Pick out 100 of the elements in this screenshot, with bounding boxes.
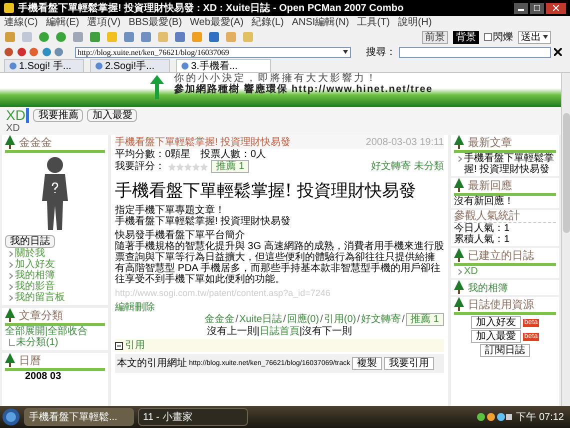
section-title: 最新回應 [468, 180, 512, 192]
search-field[interactable] [398, 46, 552, 58]
close-button[interactable] [546, 2, 566, 14]
collapse-icon[interactable] [115, 342, 123, 350]
resource-button[interactable]: 加入最愛 [471, 330, 522, 343]
scrollbar[interactable] [561, 73, 570, 406]
post-date: 2008-03-03 19:11 [366, 136, 444, 148]
tree-icon [5, 135, 15, 149]
checkbox[interactable] [484, 33, 492, 41]
taskbar-window-button[interactable]: 11 - 小畫家 [138, 408, 248, 426]
toolbar-icon[interactable] [4, 31, 16, 43]
sidebar-link[interactable]: 關於我 [15, 248, 45, 259]
expand-link[interactable]: 全部展開 [5, 326, 45, 337]
menu-item[interactable]: 選項(V) [87, 17, 121, 28]
intro-line: 手機看盤下單輕鬆掌握! 投資理財快易發 [115, 216, 292, 227]
trackback-label: 本文的引用網址 [117, 358, 187, 369]
color-mode-button[interactable]: 背景 [453, 30, 479, 44]
toolbar-icon[interactable] [191, 31, 203, 43]
stat-text: 今日人氣：1 [454, 223, 511, 234]
tree-icon [454, 280, 464, 294]
forward-link[interactable]: 好文轉寄 [371, 161, 411, 172]
category-link[interactable]: 未分類 [414, 161, 444, 172]
blog-action-button[interactable]: 我要推薦 [33, 108, 84, 122]
footer-link[interactable]: 引用(0) [324, 314, 356, 325]
tray-icons[interactable] [476, 412, 512, 422]
rating-stars[interactable] [168, 162, 208, 170]
taskbar-window-button[interactable]: 手機看盤下單輕鬆... [24, 408, 134, 426]
globe-icon [181, 62, 189, 70]
globe-icon [9, 62, 17, 70]
menu-item[interactable]: 工具(T) [357, 17, 390, 28]
stat-text: 累積人氣：1 [454, 234, 511, 245]
chevron-icon [458, 268, 462, 274]
section-title: 參觀人氣統計 [454, 210, 556, 223]
menu-item[interactable]: 編輯(E) [46, 17, 80, 28]
send-dropdown[interactable]: 送出 [518, 30, 551, 44]
tree-icon [454, 297, 464, 311]
menu-item[interactable]: ANSI編輯(N) [292, 17, 350, 28]
section-title: 已建立的日誌 [468, 250, 534, 262]
address-field[interactable]: http://blog.xuite.net/ken_76621/blog/16037069 [74, 46, 351, 58]
checkbox-label: 閃爍 [493, 32, 513, 42]
latest-post-link[interactable]: 手機看盤下單輕鬆掌握! 投資理財快易發 [464, 153, 556, 175]
footer-link[interactable]: 回應(0) [286, 314, 320, 325]
close-icon[interactable] [554, 48, 562, 56]
section-title: 文章分類 [19, 310, 63, 322]
trackback-button[interactable]: 複製 [352, 357, 382, 370]
menu-item[interactable]: BBS最愛(B) [128, 17, 182, 28]
menu-item[interactable]: 說明(H) [398, 17, 432, 28]
separator: / [282, 314, 287, 325]
sidebar-link[interactable]: 加入好友 [15, 259, 55, 270]
browser-tab[interactable]: 2.Sogi!手... [90, 59, 170, 72]
blog-action-button[interactable]: 加入最愛 [87, 108, 138, 122]
menu-item[interactable]: 連線(C) [4, 17, 38, 28]
empty-replies-text: 沒有新回應！ [454, 196, 514, 207]
separator: | [300, 326, 302, 337]
sidebar-link[interactable]: 我的留言板 [15, 292, 65, 303]
arrow-icon [150, 75, 164, 99]
tree-icon [5, 353, 15, 367]
sidebar-link[interactable]: 我的相簿 [15, 270, 55, 281]
collapse-link[interactable]: 全部收合 [48, 326, 88, 337]
menu-item[interactable]: Web最愛(A) [190, 17, 244, 28]
edit-link[interactable]: 編輯刪除 [115, 302, 444, 313]
tree-branch-icon [9, 339, 15, 346]
toolbar-icon[interactable] [72, 31, 84, 43]
footer-link[interactable]: Xuite日誌 [239, 314, 282, 325]
resource-button[interactable]: 加入好友 [471, 316, 522, 329]
browser-tab[interactable]: 3.手機看... [176, 59, 271, 72]
tree-icon [5, 308, 15, 322]
menu-item[interactable]: 紀錄(L) [252, 17, 284, 28]
footer-link[interactable]: 金金金 [204, 314, 234, 325]
my-diary-button[interactable]: 我的日誌 [5, 235, 55, 248]
banner-link[interactable]: 參加網路種樹 響應環保 http://www.hinet.net/tree [174, 84, 433, 95]
toolbar-icon[interactable] [38, 31, 50, 43]
browser-tab[interactable]: 1.Sogi! 手... [4, 59, 84, 72]
album-link[interactable]: 我的相簿 [468, 283, 508, 294]
recommend-button[interactable]: 推薦 1 [211, 160, 250, 173]
start-orb-icon[interactable] [2, 408, 20, 426]
section-title: 日誌使用資源 [468, 299, 534, 311]
rate-label: 我要評分： [115, 161, 165, 172]
toolbar-icon[interactable] [140, 31, 152, 43]
maximize-button[interactable] [530, 2, 544, 14]
search-label: 搜尋： [366, 46, 396, 58]
toolbar-icon[interactable] [55, 31, 67, 43]
toolbar-icon[interactable] [208, 31, 220, 43]
recommend-button[interactable]: 推薦 1 [406, 313, 444, 326]
blog-link[interactable]: XD [464, 266, 478, 277]
minimize-button[interactable] [514, 2, 528, 14]
trackback-button[interactable]: 我要引用 [384, 357, 434, 370]
post-header-title[interactable]: 手機看盤下單輕鬆掌握! 投資理財快易發 [115, 136, 291, 148]
resource-button[interactable]: 訂閱日誌 [480, 344, 530, 357]
toolbar-icon[interactable] [174, 31, 186, 43]
category-link[interactable]: 未分類(1) [16, 337, 58, 348]
separator: / [319, 314, 324, 325]
sidebar-link[interactable]: 我的影音 [15, 281, 55, 292]
blog-subtitle: XD [0, 123, 561, 135]
toolbar-icon[interactable] [89, 31, 101, 43]
footer-link[interactable]: 好文轉寄 [360, 314, 401, 325]
nav-link[interactable]: 日誌首頁 [260, 326, 300, 337]
color-mode-button[interactable]: 前景 [422, 30, 448, 44]
toolbar-icon[interactable] [123, 31, 135, 43]
banner-slogan: 你的小小決定，即將擁有大大影響力！ [174, 73, 379, 84]
